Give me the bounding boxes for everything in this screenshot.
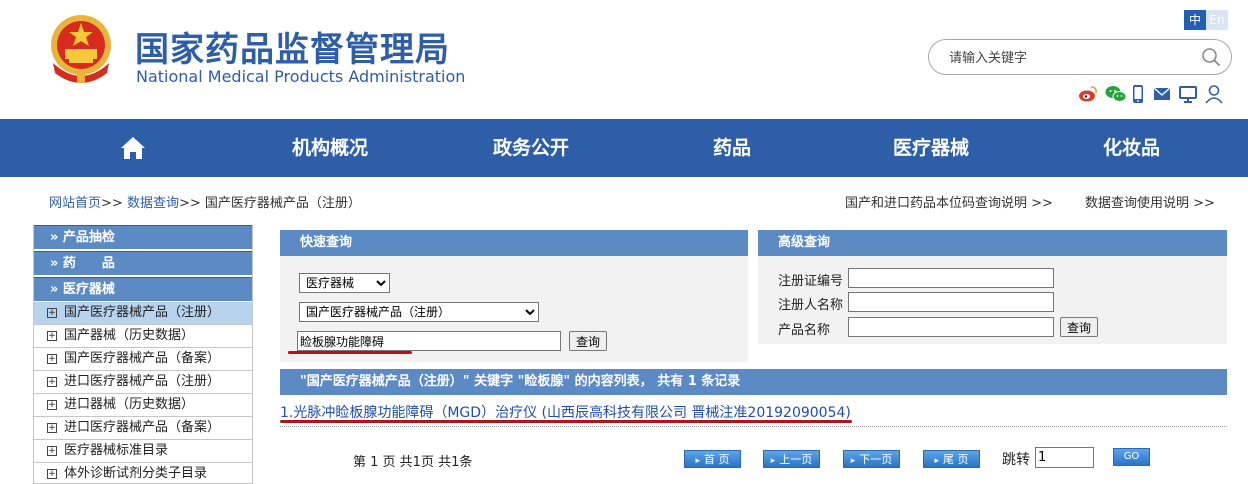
reg-no-label: 注册证编号 [778, 274, 844, 289]
sidebar-item-import-history[interactable]: + 进口器械（历史数据） [34, 394, 252, 417]
site-title-en: National Medical Products Administration [136, 67, 466, 86]
lang-zh-button[interactable]: 中 [1184, 10, 1206, 30]
prev-page-button[interactable]: 上一页 [763, 450, 820, 468]
weibo-icon[interactable] [1078, 84, 1098, 104]
keyword-underline [288, 351, 412, 354]
advanced-query-button[interactable]: 查询 [1060, 317, 1099, 337]
sidebar-item-label: 体外诊断试剂分类子目录 [64, 466, 208, 481]
subcategory-select[interactable]: 国产医疗器械产品（注册） [299, 302, 539, 322]
sidebar-item-domestic-reg[interactable]: + 国产医疗器械产品（注册） [34, 302, 252, 325]
wechat-icon[interactable] [1105, 84, 1127, 104]
sidebar-item-label: 国产医疗器械产品（注册） [64, 305, 221, 320]
expand-box-icon: + [47, 377, 57, 387]
breadcrumb-separator: >> [178, 196, 201, 211]
lang-en-button[interactable]: En [1206, 10, 1228, 30]
breadcrumb-query-link[interactable]: 数据查询 [127, 196, 179, 211]
advanced-query-title: 高级查询 [758, 230, 1227, 256]
monitor-icon[interactable] [1178, 84, 1198, 104]
nav-item-about[interactable]: 机构概况 [292, 119, 368, 177]
nav-item-devices[interactable]: 医疗器械 [893, 119, 969, 177]
site-header: 国家药品监督管理局 National Medical Products Admi… [0, 0, 1248, 119]
next-page-button[interactable]: 下一页 [843, 450, 900, 468]
expand-box-icon: + [47, 446, 57, 456]
sidebar-item-import-reg[interactable]: + 进口医疗器械产品（注册） [34, 371, 252, 394]
home-icon[interactable] [120, 136, 146, 160]
nav-item-government[interactable]: 政务公开 [493, 119, 569, 177]
nav-item-drugs[interactable]: 药品 [713, 119, 751, 177]
go-button[interactable]: GO [1113, 448, 1150, 466]
reg-no-input[interactable] [848, 268, 1054, 288]
product-input[interactable] [848, 317, 1054, 337]
mobile-icon[interactable] [1131, 84, 1145, 104]
drug-code-help-link[interactable]: 国产和进口药品本位码查询说明 >> [845, 192, 1053, 211]
search-icon[interactable] [1201, 47, 1221, 67]
expand-box-icon: + [47, 331, 57, 341]
sidebar-head-devices[interactable]: » 医疗器械 [34, 277, 252, 301]
jump-label: 跳转 [1002, 452, 1030, 468]
sidebar-item-domestic-filing[interactable]: + 国产医疗器械产品（备案） [34, 348, 252, 371]
breadcrumb-current: 国产医疗器械产品（注册） [204, 196, 361, 211]
national-emblem-icon [51, 15, 111, 83]
expand-box-icon: + [47, 400, 57, 410]
sidebar-item-label: 进口器械（历史数据） [64, 397, 195, 412]
breadcrumb-separator: >> [101, 196, 123, 211]
jump-page-input[interactable] [1035, 447, 1094, 468]
category-select[interactable]: 医疗器械 [299, 273, 390, 293]
breadcrumb-home-link[interactable]: 网站首页 [49, 196, 101, 211]
sidebar-item-ivd-catalog[interactable]: + 体外诊断试剂分类子目录 [34, 463, 252, 483]
sidebar-item-label: 医疗器械标准目录 [64, 443, 169, 458]
breadcrumb: 网站首页>> 数据查询>> 国产医疗器械产品（注册） [49, 192, 361, 211]
quick-query-title: 快速查询 [280, 230, 748, 256]
sidebar-item-import-filing[interactable]: + 进口医疗器械产品（备案） [34, 417, 252, 440]
search-box [928, 39, 1232, 75]
sidebar-item-label: 国产器械（历史数据） [64, 328, 195, 343]
user-icon[interactable] [1204, 84, 1224, 104]
expand-box-icon: + [47, 423, 57, 433]
nav-item-cosmetics[interactable]: 化妆品 [1103, 119, 1160, 177]
sidebar: » 产品抽检 » 药 品 » 医疗器械 + 国产医疗器械产品（注册） + 国产器械（… [33, 225, 253, 484]
registrant-label: 注册人名称 [778, 298, 844, 313]
main-nav: 机构概况 政务公开 药品 医疗器械 化妆品 [0, 119, 1248, 177]
sidebar-item-domestic-history[interactable]: + 国产器械（历史数据） [34, 325, 252, 348]
registrant-input[interactable] [848, 292, 1054, 312]
search-input[interactable] [949, 48, 1189, 68]
sidebar-item-standards[interactable]: + 医疗器械标准目录 [34, 440, 252, 463]
result-underline [280, 420, 852, 423]
first-page-button[interactable]: 首 页 [684, 450, 741, 468]
keyword-input[interactable] [297, 331, 561, 351]
sidebar-item-label: 进口医疗器械产品（备案） [64, 420, 221, 435]
sidebar-head-sampling[interactable]: » 产品抽检 [34, 225, 252, 249]
result-summary: "国产医疗器械产品（注册）" 关键字 "睑板腺" 的内容列表， 共有 1 条记录 [280, 369, 1227, 395]
expand-box-icon: + [47, 354, 57, 364]
sidebar-item-label: 进口医疗器械产品（注册） [64, 374, 221, 389]
site-title-cn: 国家药品监督管理局 [135, 30, 450, 70]
mail-icon[interactable] [1152, 84, 1172, 104]
query-help-link[interactable]: 数据查询使用说明 >> [1085, 192, 1215, 211]
result-item-link[interactable]: 1.光脉冲睑板腺功能障碍（MGD）治疗仪 (山西辰高科技有限公司 晋械注准201… [280, 402, 851, 422]
expand-box-icon: + [47, 308, 57, 318]
sidebar-head-drugs[interactable]: » 药 品 [34, 251, 252, 275]
pager-status: 第 1 页 共1页 共1条 [353, 455, 473, 470]
quick-query-button[interactable]: 查询 [569, 331, 608, 351]
product-label: 产品名称 [778, 323, 831, 338]
last-page-button[interactable]: 尾 页 [923, 450, 980, 468]
result-divider [280, 426, 1227, 427]
expand-box-icon: + [47, 469, 57, 479]
sidebar-item-label: 国产医疗器械产品（备案） [64, 351, 221, 366]
